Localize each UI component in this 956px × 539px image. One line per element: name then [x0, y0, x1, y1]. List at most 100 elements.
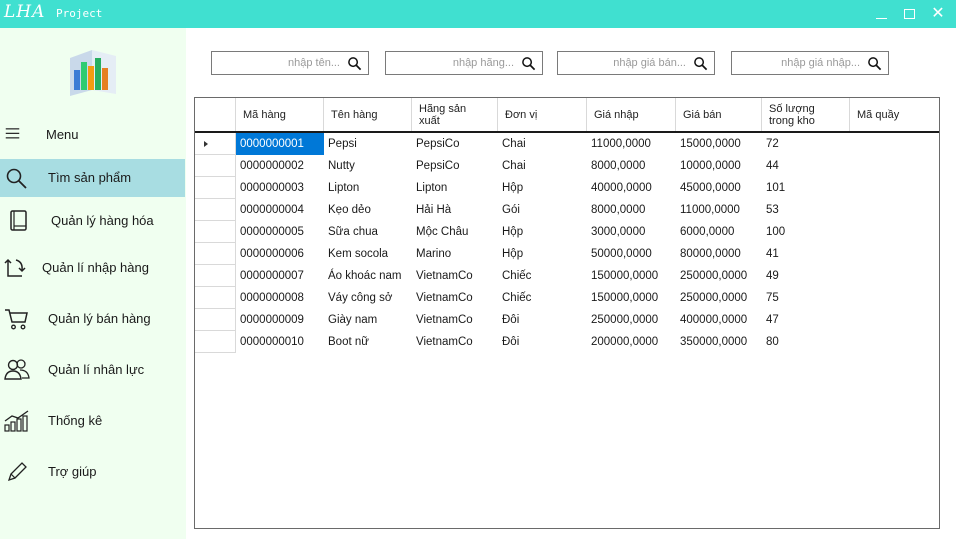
- search-icon[interactable]: [867, 56, 882, 71]
- sidebar-item-tro-giup[interactable]: Trợ giúp: [0, 453, 186, 491]
- cell-ten-hang[interactable]: Sữa chua: [324, 221, 412, 243]
- table-row[interactable]: 0000000003 Lipton Lipton Hộp 40000,0000 45000…: [195, 177, 939, 199]
- search-icon[interactable]: [521, 56, 536, 71]
- cell-don-vi[interactable]: Đôi: [498, 309, 587, 331]
- cell-ma-hang[interactable]: 0000000009: [236, 309, 324, 331]
- cell-ten-hang[interactable]: Kẹo dẻo: [324, 199, 412, 221]
- cell-gia-ban[interactable]: 250000,0000: [676, 265, 762, 287]
- cell-ma-quay[interactable]: [850, 243, 939, 265]
- cell-don-vi[interactable]: Gói: [498, 199, 587, 221]
- cell-hang-san-xuat[interactable]: PepsiCo: [412, 133, 498, 155]
- sidebar-item-tim-san-pham[interactable]: Tìm sản phẩm: [0, 159, 185, 197]
- table-row[interactable]: 0000000007 Áo khoác nam VietnamCo Chiếc 1500…: [195, 265, 939, 287]
- cell-gia-nhap[interactable]: 11000,0000: [587, 133, 676, 155]
- cell-gia-nhap[interactable]: 150000,0000: [587, 265, 676, 287]
- cell-ten-hang[interactable]: Giày nam: [324, 309, 412, 331]
- cell-hang-san-xuat[interactable]: VietnamCo: [412, 331, 498, 353]
- cell-hang-san-xuat[interactable]: VietnamCo: [412, 309, 498, 331]
- cell-ma-hang[interactable]: 0000000006: [236, 243, 324, 265]
- cell-ma-hang[interactable]: 0000000008: [236, 287, 324, 309]
- column-header-ten-hang[interactable]: Tên hàng: [324, 98, 412, 131]
- search-sell-price-input[interactable]: [560, 54, 686, 72]
- cell-ma-quay[interactable]: [850, 309, 939, 331]
- cell-hang-san-xuat[interactable]: Marino: [412, 243, 498, 265]
- cell-hang-san-xuat[interactable]: VietnamCo: [412, 265, 498, 287]
- product-table[interactable]: Mã hàng Tên hàng Hãng sản xuất Đơn vị Gi…: [194, 97, 940, 529]
- cell-gia-ban[interactable]: 11000,0000: [676, 199, 762, 221]
- cell-hang-san-xuat[interactable]: Lipton: [412, 177, 498, 199]
- cell-gia-nhap[interactable]: 40000,0000: [587, 177, 676, 199]
- search-icon[interactable]: [693, 56, 708, 71]
- cell-don-vi[interactable]: Chiếc: [498, 265, 587, 287]
- cell-so-luong[interactable]: 53: [762, 199, 850, 221]
- cell-ma-hang[interactable]: 0000000010: [236, 331, 324, 353]
- cell-ten-hang[interactable]: Kem socola: [324, 243, 412, 265]
- maximize-icon[interactable]: [898, 4, 920, 24]
- row-header[interactable]: [195, 199, 236, 221]
- table-row[interactable]: 0000000010 Boot nữ VietnamCo Đôi 200000,0000…: [195, 331, 939, 353]
- column-header-gia-nhap[interactable]: Giá nhập: [587, 98, 676, 131]
- cell-gia-nhap[interactable]: 8000,0000: [587, 199, 676, 221]
- sidebar-item-quan-ly-hang-hoa[interactable]: Quản lý hàng hóa: [0, 202, 186, 240]
- cell-so-luong[interactable]: 44: [762, 155, 850, 177]
- table-row[interactable]: 0000000004 Kẹo dẻo Hải Hà Gói 8000,0000 11000…: [195, 199, 939, 221]
- sidebar-item-quan-li-nhap-hang[interactable]: Quản lí nhập hàng: [0, 249, 186, 287]
- cell-ma-quay[interactable]: [850, 155, 939, 177]
- sidebar-item-quan-li-nhan-luc[interactable]: Quản lí nhân lực: [0, 351, 186, 389]
- cell-so-luong[interactable]: 41: [762, 243, 850, 265]
- cell-gia-nhap[interactable]: 200000,0000: [587, 331, 676, 353]
- cell-ma-hang[interactable]: 0000000005: [236, 221, 324, 243]
- cell-gia-ban[interactable]: 45000,0000: [676, 177, 762, 199]
- cell-hang-san-xuat[interactable]: PepsiCo: [412, 155, 498, 177]
- table-row[interactable]: 0000000009 Giày nam VietnamCo Đôi 250000,000…: [195, 309, 939, 331]
- cell-ma-quay[interactable]: [850, 265, 939, 287]
- cell-ten-hang[interactable]: Váy công sở: [324, 287, 412, 309]
- cell-gia-nhap[interactable]: 150000,0000: [587, 287, 676, 309]
- cell-ten-hang[interactable]: Pepsi: [324, 133, 412, 155]
- cell-ma-hang[interactable]: 0000000007: [236, 265, 324, 287]
- row-header[interactable]: [195, 331, 236, 353]
- cell-hang-san-xuat[interactable]: Hải Hà: [412, 199, 498, 221]
- table-row[interactable]: 0000000008 Váy công sở VietnamCo Chiếc 15000…: [195, 287, 939, 309]
- column-header-don-vi[interactable]: Đơn vị: [498, 98, 587, 131]
- cell-so-luong[interactable]: 72: [762, 133, 850, 155]
- cell-ma-quay[interactable]: [850, 221, 939, 243]
- row-header[interactable]: [195, 243, 236, 265]
- row-header[interactable]: [195, 177, 236, 199]
- cell-so-luong[interactable]: 49: [762, 265, 850, 287]
- cell-gia-ban[interactable]: 350000,0000: [676, 331, 762, 353]
- column-header-gia-ban[interactable]: Giá bán: [676, 98, 762, 131]
- cell-ten-hang[interactable]: Nutty: [324, 155, 412, 177]
- cell-gia-ban[interactable]: 400000,0000: [676, 309, 762, 331]
- cell-ma-hang[interactable]: 0000000002: [236, 155, 324, 177]
- cell-hang-san-xuat[interactable]: Mộc Châu: [412, 221, 498, 243]
- search-icon[interactable]: [347, 56, 362, 71]
- cell-don-vi[interactable]: Chai: [498, 155, 587, 177]
- cell-ten-hang[interactable]: Boot nữ: [324, 331, 412, 353]
- cell-gia-nhap[interactable]: 8000,0000: [587, 155, 676, 177]
- row-header[interactable]: [195, 221, 236, 243]
- search-name-input[interactable]: [214, 54, 340, 72]
- table-row[interactable]: 0000000006 Kem socola Marino Hộp 50000,0000 8…: [195, 243, 939, 265]
- cell-gia-nhap[interactable]: 3000,0000: [587, 221, 676, 243]
- cell-ma-hang[interactable]: 0000000004: [236, 199, 324, 221]
- cell-gia-nhap[interactable]: 250000,0000: [587, 309, 676, 331]
- cell-gia-ban[interactable]: 250000,0000: [676, 287, 762, 309]
- cell-don-vi[interactable]: Hộp: [498, 177, 587, 199]
- sidebar-item-thong-ke[interactable]: Thống kê: [0, 402, 186, 440]
- search-brand-input[interactable]: [388, 54, 514, 72]
- cell-gia-ban[interactable]: 6000,0000: [676, 221, 762, 243]
- sidebar-item-quan-ly-ban-hang[interactable]: Quản lý bán hàng: [0, 300, 186, 338]
- cell-so-luong[interactable]: 80: [762, 331, 850, 353]
- close-icon[interactable]: ✕: [927, 4, 949, 24]
- table-row[interactable]: 0000000001 Pepsi PepsiCo Chai 11000,0000 1500…: [195, 133, 939, 155]
- cell-gia-ban[interactable]: 15000,0000: [676, 133, 762, 155]
- cell-ma-quay[interactable]: [850, 331, 939, 353]
- cell-so-luong[interactable]: 101: [762, 177, 850, 199]
- cell-gia-nhap[interactable]: 50000,0000: [587, 243, 676, 265]
- cell-ma-hang[interactable]: 0000000003: [236, 177, 324, 199]
- search-buy-price-input[interactable]: [734, 54, 860, 72]
- cell-gia-ban[interactable]: 80000,0000: [676, 243, 762, 265]
- column-header-ma-hang[interactable]: Mã hàng: [236, 98, 324, 131]
- cell-so-luong[interactable]: 47: [762, 309, 850, 331]
